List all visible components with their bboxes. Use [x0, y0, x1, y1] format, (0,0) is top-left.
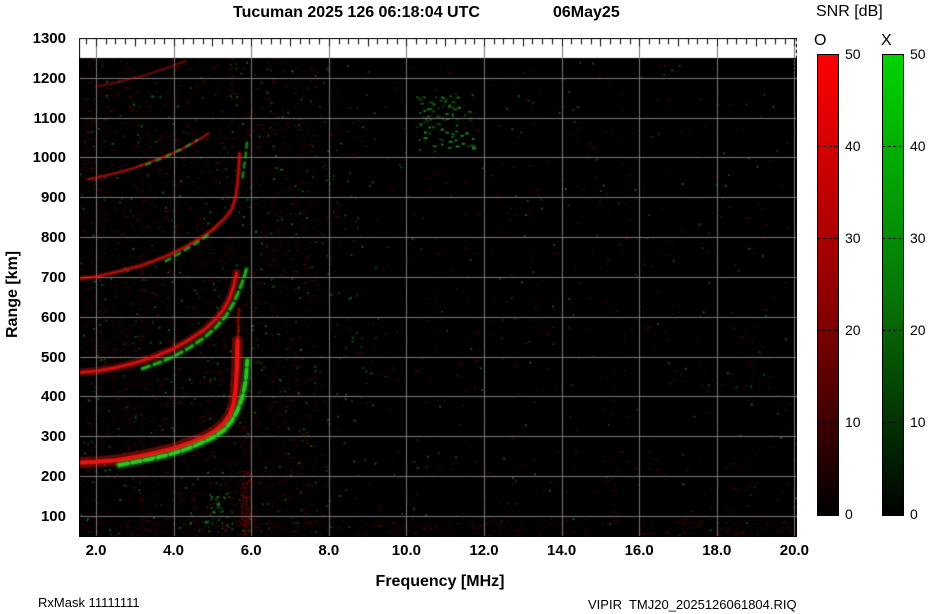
colorbar-tick-dash-x [882, 330, 902, 331]
colorbar-tick-dash-o [817, 422, 837, 423]
x-tick-label: 4.0 [163, 542, 185, 559]
x-tick-label: 6.0 [240, 542, 262, 559]
plot-date: 06May25 [553, 4, 620, 21]
colorbar-tick-label-x: 10 [910, 414, 926, 430]
colorbar-tick-dash-x [882, 422, 902, 423]
y-tick-label: 1000 [32, 149, 66, 167]
y-tick-label: 1200 [32, 69, 66, 87]
colorbar-tick-label-o: 40 [845, 138, 861, 154]
y-tick-label: 900 [40, 189, 66, 207]
y-tick-label: 700 [40, 268, 66, 286]
x-tick-label: 18.0 [702, 542, 732, 559]
x-mode-colorbar [882, 54, 904, 516]
colorbar-tick-dash-o [817, 146, 837, 147]
colorbar-tick-label-o: 20 [845, 322, 861, 338]
colorbar-tick-dash-o [817, 330, 837, 331]
colorbar-title: SNR [dB] [816, 3, 883, 20]
o-mode-label: O [814, 32, 827, 49]
x-tick-label: 20.0 [779, 542, 809, 559]
y-tick-label: 500 [40, 348, 66, 366]
y-tick-label: 1300 [32, 30, 66, 47]
source-filename: VIPIR TMJ20_2025126061804.RIQ [588, 597, 797, 612]
x-tick-label: 16.0 [624, 542, 654, 559]
x-mode-label: X [881, 32, 892, 49]
y-tick-label: 600 [40, 308, 66, 326]
colorbar-tick-label-o: 30 [845, 230, 861, 246]
x-tick-label: 8.0 [318, 542, 340, 559]
y-tick-label: 100 [40, 507, 66, 525]
colorbar-tick-label-x: 30 [910, 230, 926, 246]
colorbar-tick-label-o: 50 [845, 46, 861, 62]
colorbar-tick-label-x: 0 [910, 506, 918, 522]
colorbar-tick-dash-x [882, 146, 902, 147]
colorbar-tick-dash-x [882, 238, 902, 239]
rxmask-status: RxMask 11111111 [38, 595, 140, 610]
colorbar-tick-label-o: 10 [845, 414, 861, 430]
ionogram-canvas [79, 38, 797, 537]
colorbar-tick-label-x: 20 [910, 322, 926, 338]
x-tick-label: 2.0 [85, 542, 107, 559]
x-tick-label: 10.0 [391, 542, 421, 559]
y-tick-label: 300 [40, 428, 66, 446]
colorbar-tick-label-x: 50 [910, 46, 926, 62]
colorbar-tick-label-x: 40 [910, 138, 926, 154]
y-tick-label: 800 [40, 229, 66, 247]
x-tick-label: 12.0 [469, 542, 499, 559]
frequency-axis-label: Frequency [MHz] [375, 573, 505, 590]
ionogram-viewer: Tucuman 2025 126 06:18:04 UTC 06May25 Ra… [0, 0, 932, 614]
plot-title: Tucuman 2025 126 06:18:04 UTC [233, 4, 480, 21]
x-tick-label: 14.0 [546, 542, 577, 559]
y-tick-label: 1100 [33, 109, 66, 127]
o-mode-colorbar [817, 54, 839, 516]
y-tick-label: 400 [40, 388, 66, 406]
colorbar-tick-label-o: 0 [845, 506, 853, 522]
colorbar-tick-dash-o [817, 238, 837, 239]
y-tick-label: 200 [40, 468, 66, 486]
